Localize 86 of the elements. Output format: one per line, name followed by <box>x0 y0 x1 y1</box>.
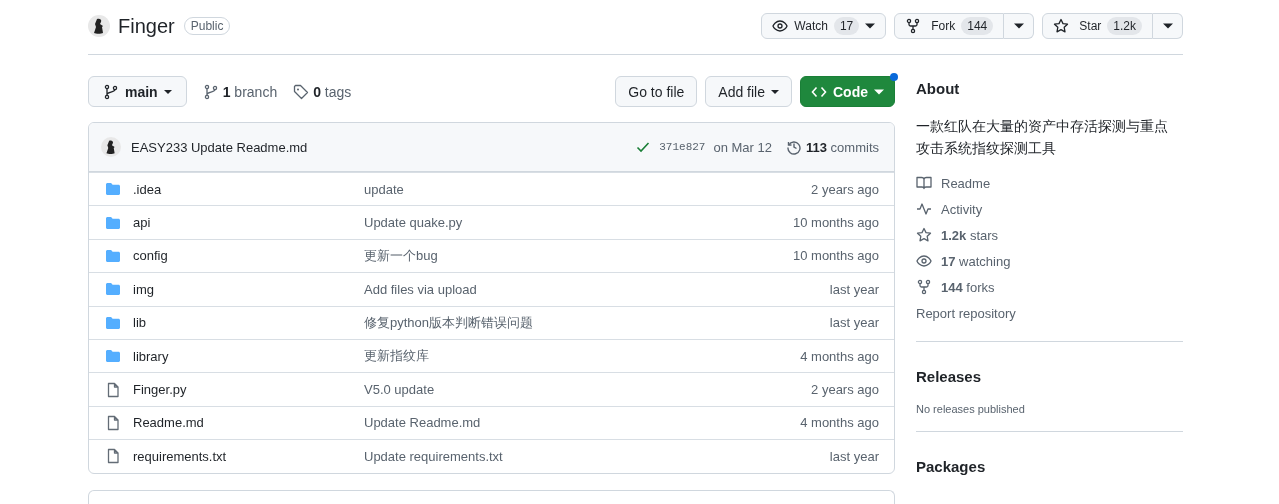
commit-time: last year <box>829 281 879 297</box>
releases-heading[interactable]: Releases <box>916 368 1183 386</box>
commit-message[interactable]: V5.0 update <box>364 382 435 398</box>
commit-time: 2 years ago <box>811 382 879 398</box>
caret-icon <box>1162 21 1173 31</box>
commit-message[interactable]: update <box>364 181 404 197</box>
avatar-icon <box>101 137 121 157</box>
dropdown-button[interactable] <box>1153 13 1183 39</box>
book-icon <box>916 175 932 191</box>
caret-icon <box>865 21 876 31</box>
file-name[interactable]: config <box>133 248 364 264</box>
eye-icon <box>772 18 789 34</box>
commit-time: 10 months ago <box>793 215 879 231</box>
toolbar-button[interactable]: Go to file <box>615 76 698 107</box>
file-name[interactable]: lib <box>133 315 364 331</box>
folder-icon <box>105 214 121 231</box>
fork-button[interactable]: Fork 144 <box>894 13 1005 39</box>
dropdown-button[interactable] <box>1004 13 1035 39</box>
commit-message[interactable]: 更新一个bug <box>364 246 438 265</box>
notification-dot <box>890 73 898 81</box>
commit-message[interactable]: 修复python版本判断错误问题 <box>364 313 534 332</box>
file-name[interactable]: Readme.md <box>133 415 364 431</box>
about-heading: About <box>916 80 961 98</box>
sidebar-link[interactable]: Activity <box>941 201 983 217</box>
eye-icon <box>916 253 932 269</box>
count-badge: 144 <box>961 17 994 35</box>
fork-icon <box>905 18 922 34</box>
file-name[interactable]: img <box>133 281 364 297</box>
count-badge: 17 <box>833 17 860 35</box>
sidebar-link[interactable]: 1.2k stars <box>941 227 999 243</box>
repo-name[interactable]: Finger <box>118 14 175 38</box>
folder-icon <box>105 281 121 298</box>
branch-selector[interactable]: main <box>88 76 187 107</box>
commit-message[interactable]: Update requirements.txt <box>364 448 503 464</box>
toolbar-button[interactable]: Add file <box>705 76 792 107</box>
folder-icon <box>105 181 121 198</box>
file-icon <box>105 414 121 431</box>
tags-link[interactable]: 0 tags <box>313 83 352 100</box>
repo-description: 一款红队在大量的资产中存活探测与重点攻击系统指纹探测工具 <box>916 117 1169 158</box>
commit-message[interactable]: Update quake.py <box>364 215 463 231</box>
sidebar-link[interactable]: 17 watching <box>941 253 1011 269</box>
report-link[interactable]: Report repository <box>916 305 1016 321</box>
folder-icon <box>105 348 121 365</box>
file-name[interactable]: api <box>133 215 364 231</box>
file-name[interactable]: Finger.py <box>133 382 364 398</box>
commit-date: on Mar 12 <box>713 139 772 155</box>
commit-message[interactable]: Add files via upload <box>364 281 477 297</box>
count-badge: 1.2k <box>1107 17 1142 35</box>
history-icon <box>786 139 802 155</box>
commit-time: 4 months ago <box>800 415 879 431</box>
branch-icon <box>202 83 219 100</box>
tag-icon <box>293 83 310 100</box>
pulse-icon <box>916 201 932 217</box>
releases-note: No releases published <box>916 403 1026 416</box>
commits-link[interactable]: 113 commits <box>806 139 879 155</box>
fork-icon <box>916 279 932 295</box>
commit-time: last year <box>829 315 879 331</box>
sidebar-link[interactable]: 144 forks <box>941 279 995 295</box>
caret-icon <box>163 87 172 96</box>
branches-link[interactable]: 1 branch <box>222 83 278 100</box>
commit-message[interactable]: 更新指纹库 <box>364 347 429 366</box>
star-icon <box>1053 18 1070 34</box>
file-name[interactable]: library <box>133 348 364 364</box>
file-name[interactable]: .idea <box>133 181 364 197</box>
file-icon <box>105 448 121 465</box>
latest-commit-message[interactable]: EASY233 Update Readme.md <box>131 139 308 155</box>
file-name[interactable]: requirements.txt <box>133 448 364 464</box>
commit-hash[interactable]: 371e827 <box>659 141 706 153</box>
commit-time: 10 months ago <box>793 248 879 264</box>
watch-button[interactable]: Watch 17 <box>761 13 887 39</box>
commit-time: 2 years ago <box>811 181 879 197</box>
commit-time: 4 months ago <box>800 348 879 364</box>
file-icon <box>105 381 121 398</box>
sidebar-link[interactable]: Readme <box>941 175 991 191</box>
packages-heading[interactable]: Packages <box>916 458 1183 476</box>
commit-message[interactable]: Update Readme.md <box>364 415 481 431</box>
branch-icon <box>103 83 119 100</box>
commit-time: last year <box>829 448 879 464</box>
folder-icon <box>105 247 121 264</box>
star-button[interactable]: Star 1.2k <box>1042 13 1153 39</box>
code-button[interactable]: Code <box>800 76 895 107</box>
caret-icon <box>1013 21 1024 31</box>
folder-icon <box>105 314 121 331</box>
avatar-icon <box>88 15 110 37</box>
star-icon <box>916 227 932 243</box>
caret-icon <box>771 87 779 96</box>
